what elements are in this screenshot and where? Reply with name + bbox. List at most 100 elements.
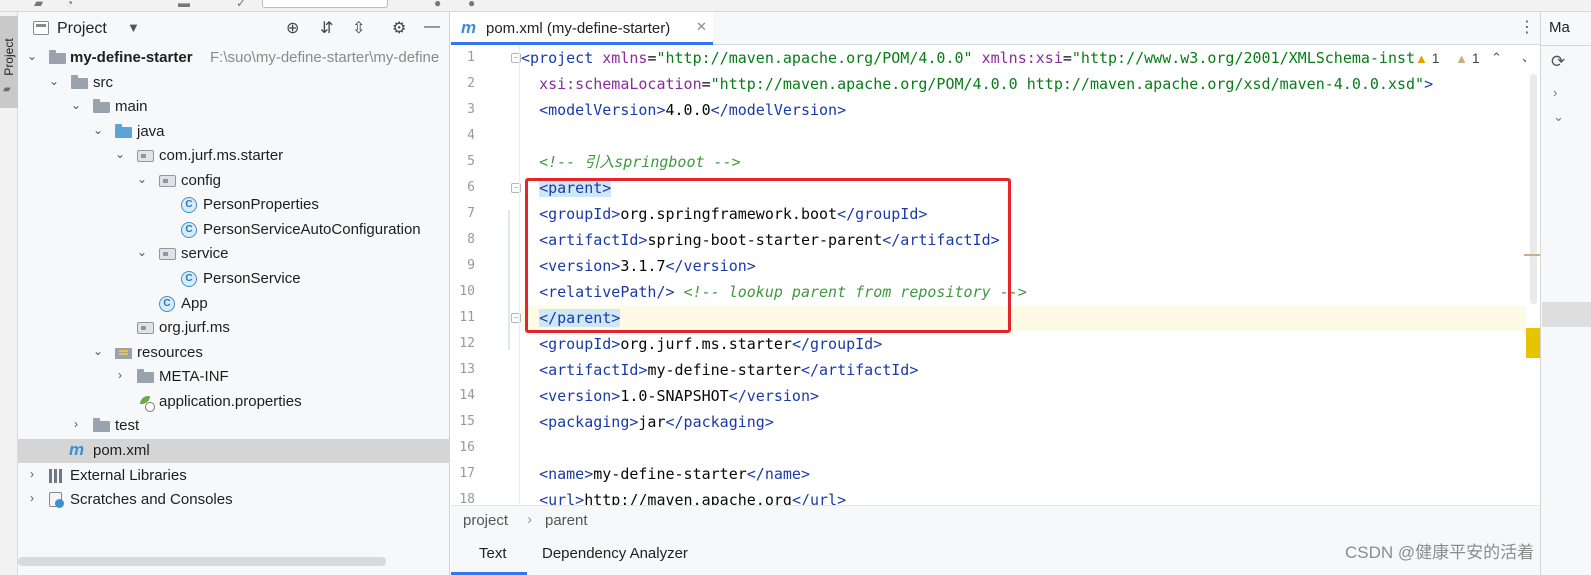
project-view-icon (33, 21, 49, 35)
code-line[interactable]: <modelVersion>4.0.0</modelVersion> (521, 98, 1529, 123)
maven-tool-window: Ma ⟳ › ⌄ (1540, 12, 1591, 575)
tree-item-scratches-and-consoles[interactable]: › Scratches and Consoles (18, 488, 450, 512)
chevron-down-icon[interactable]: ⌄ (26, 49, 38, 63)
tree-item-label: com.jurf.ms.starter (159, 147, 284, 164)
line-number: 11 (459, 310, 475, 325)
tree-item-src[interactable]: ⌄ src (18, 71, 450, 95)
class-icon: C (181, 197, 197, 213)
project-panel: Project ▼ ⊕ ⇵ ⇳ ⚙ — ⌄ my-define-starter … (18, 12, 450, 575)
weak-warning-count: 1 (1471, 50, 1480, 66)
line-number: 13 (459, 362, 475, 377)
chevron-right-icon[interactable]: › (1553, 85, 1557, 100)
maven-panel-title[interactable]: Ma (1549, 19, 1570, 36)
tree-item-label: External Libraries (70, 467, 187, 484)
tree-item-java[interactable]: ⌄ java (18, 120, 450, 144)
chevron-down-icon[interactable]: ⌄ (136, 245, 148, 259)
code-line[interactable]: xsi:schemaLocation="http://maven.apache.… (521, 72, 1529, 97)
collapse-all-icon[interactable]: ⇳ (352, 18, 365, 38)
tree-item-application-properties[interactable]: application.properties (18, 390, 450, 414)
chevron-right-icon[interactable]: › (114, 368, 126, 382)
chevron-down-icon[interactable]: ⌄ (48, 74, 60, 88)
selected-row[interactable] (1542, 302, 1591, 327)
code-line[interactable]: <project xmlns="http://maven.apache.org/… (521, 46, 1529, 71)
tree-item-external-libraries[interactable]: › External Libraries (18, 464, 450, 488)
more-vertical-icon[interactable]: ⋮ (1519, 17, 1535, 37)
chevron-down-icon[interactable]: ⌄ (92, 344, 104, 358)
tree-item-app[interactable]: C App (18, 292, 450, 316)
chevron-right-icon[interactable]: › (26, 467, 38, 481)
tree-item-person-service-auto-configuration[interactable]: C PersonServiceAutoConfiguration (18, 218, 450, 242)
chevron-down-icon[interactable]: ⌄ (1553, 109, 1564, 125)
tree-item-test[interactable]: › test (18, 414, 450, 438)
source-folder-icon (115, 124, 132, 138)
scrollbar-thumb[interactable] (1530, 74, 1537, 304)
tree-item-com-jurf-ms-starter[interactable]: ⌄ com.jurf.ms.starter (18, 144, 450, 168)
hide-panel-icon[interactable]: — (424, 18, 440, 36)
tree-item-label: java (137, 123, 165, 140)
breadcrumb-item-parent[interactable]: parent (545, 512, 588, 529)
chevron-right-icon[interactable]: › (26, 491, 38, 505)
tree-item-main[interactable]: ⌄ main (18, 95, 450, 119)
locate-target-icon[interactable]: ⊕ (286, 18, 299, 38)
line-number: 15 (459, 414, 475, 429)
tree-item-label: my-define-starter (70, 49, 193, 66)
toolbar-sync-icon[interactable]: ◔ (66, 0, 73, 10)
refresh-icon[interactable]: ⟳ (1551, 52, 1565, 72)
chevron-down-icon[interactable]: ⌄ (70, 98, 82, 112)
line-number: 4 (467, 128, 475, 143)
line-number: 9 (467, 258, 475, 273)
project-panel-title[interactable]: Project (57, 20, 107, 38)
code-line[interactable] (521, 124, 1529, 149)
code-line[interactable]: <!-- 引入springboot --> (521, 150, 1529, 175)
toolbar-hammer-icon[interactable]: ✓ (236, 0, 246, 10)
tree-item-service[interactable]: ⌄ service (18, 242, 450, 266)
inspection-widget[interactable]: ▲ 1 ▲ 1 (1415, 50, 1480, 66)
tab-pom-xml[interactable]: m pom.xml (my-define-starter) ✕ (451, 12, 713, 45)
library-icon (49, 468, 66, 484)
editor-vertical-scrollbar[interactable] (1524, 46, 1542, 516)
project-tool-tab[interactable]: Project ▰ (0, 16, 18, 108)
error-stripe-mark[interactable] (1524, 254, 1540, 256)
chevron-down-icon[interactable]: ⌄ (92, 123, 104, 137)
toolbar-run-icon[interactable]: ● (434, 0, 441, 10)
tab-dependency-analyzer[interactable]: Dependency Analyzer (542, 545, 688, 562)
toolbar-dropdown-icon[interactable]: ▬ (178, 0, 190, 10)
tree-item-org-jurf-ms[interactable]: org.jurf.ms (18, 316, 450, 340)
tree-item-resources[interactable]: ⌄ resources (18, 341, 450, 365)
code-line[interactable]: <artifactId>my-define-starter</artifactI… (521, 358, 1529, 383)
tree-item-label: service (181, 245, 229, 262)
toolbar-debug-icon[interactable]: ● (468, 0, 475, 10)
chevron-down-icon[interactable]: ⌄ (114, 147, 126, 161)
code-line[interactable] (521, 436, 1529, 461)
tree-item-pom-xml[interactable]: m pom.xml (18, 439, 450, 463)
chevron-up-icon[interactable]: ⌃ (1491, 50, 1502, 65)
tree-item-label: main (115, 98, 148, 115)
chevron-right-icon[interactable]: › (70, 417, 82, 431)
toolbar-build-icon[interactable]: ▰ (34, 0, 43, 10)
class-icon: C (181, 271, 197, 287)
tree-item-config[interactable]: ⌄ config (18, 169, 450, 193)
divider (1541, 45, 1591, 46)
module-folder-icon (49, 50, 66, 64)
tree-item-person-service[interactable]: C PersonService (18, 267, 450, 291)
code-line[interactable]: <version>1.0-SNAPSHOT</version> (521, 384, 1529, 409)
tree-item-my-define-starter[interactable]: ⌄ my-define-starter F:\suo\my-define-sta… (18, 46, 450, 70)
chevron-down-icon[interactable]: ⌄ (136, 172, 148, 186)
breadcrumb-item-project[interactable]: project (463, 512, 508, 529)
code-line[interactable]: <name>my-define-starter</name> (521, 462, 1529, 487)
tree-item-label: pom.xml (93, 442, 150, 459)
code-line[interactable]: <packaging>jar</packaging> (521, 410, 1529, 435)
left-tool-window-strip: Project ▰ (0, 12, 18, 575)
close-icon[interactable]: ✕ (696, 19, 707, 35)
tree-item-meta-inf[interactable]: › META-INF (18, 365, 450, 389)
project-horizontal-scrollbar[interactable] (18, 557, 386, 566)
chevron-down-icon[interactable]: ▼ (127, 20, 140, 35)
code-line[interactable]: <groupId>org.jurf.ms.starter</groupId> (521, 332, 1529, 357)
expand-all-icon[interactable]: ⇵ (320, 18, 333, 38)
run-config-selector[interactable] (262, 0, 388, 8)
tree-item-person-properties[interactable]: C PersonProperties (18, 193, 450, 217)
maven-file-icon: m (461, 18, 477, 37)
gear-icon[interactable]: ⚙ (392, 18, 406, 38)
tab-text[interactable]: Text (451, 535, 527, 575)
breadcrumb-separator: › (527, 511, 532, 528)
